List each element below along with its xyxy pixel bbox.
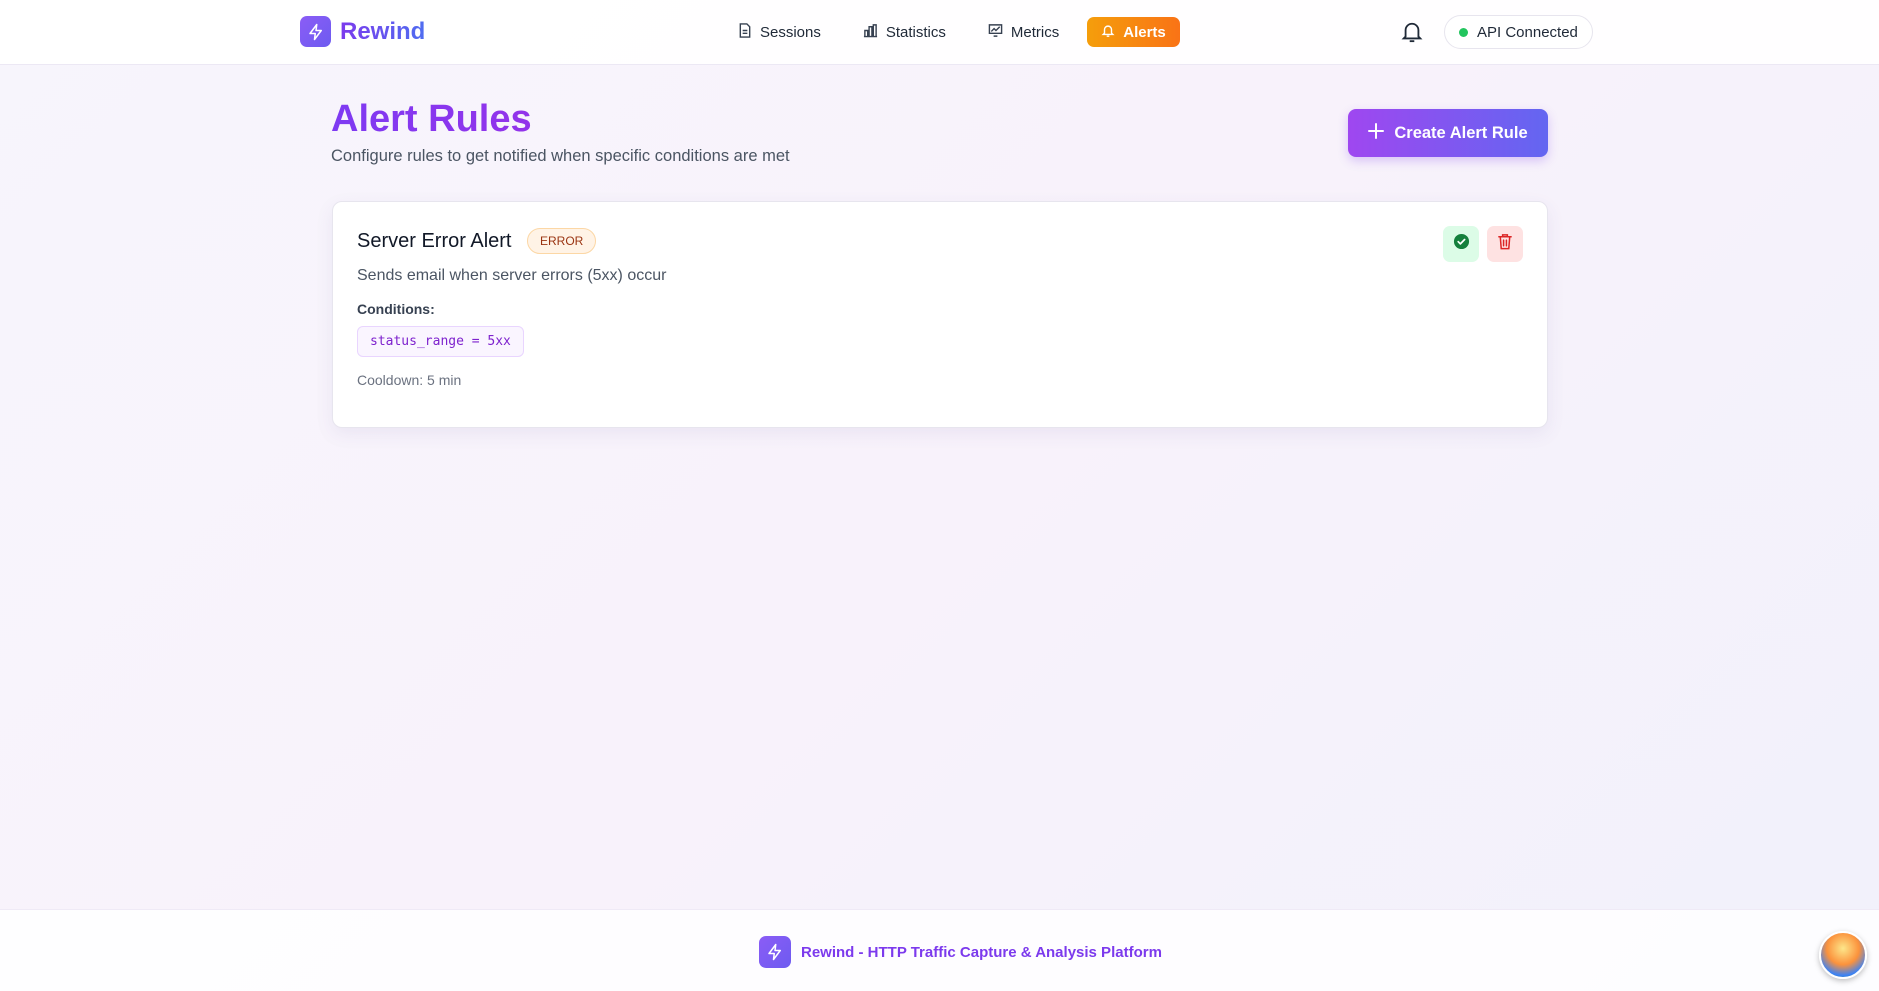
api-status-badge: API Connected bbox=[1444, 15, 1593, 49]
nav-label: Alerts bbox=[1123, 23, 1166, 41]
page-footer: Rewind - HTTP Traffic Capture & Analysis… bbox=[0, 909, 1879, 991]
bar-chart-icon bbox=[863, 23, 878, 42]
create-alert-rule-button[interactable]: Create Alert Rule bbox=[1348, 109, 1548, 157]
nav-label: Statistics bbox=[885, 23, 946, 41]
rule-name: Server Error Alert bbox=[357, 230, 512, 252]
rule-description: Sends email when server errors (5xx) occ… bbox=[357, 267, 667, 284]
page-title: Alert Rules bbox=[331, 98, 532, 140]
alert-rule-card: Server Error Alert ERROR Sends email whe… bbox=[332, 201, 1548, 428]
plus-icon bbox=[1368, 122, 1385, 144]
lightning-icon bbox=[300, 16, 331, 47]
nav-metrics[interactable]: Metrics bbox=[974, 17, 1073, 47]
api-status-text: API Connected bbox=[1477, 23, 1578, 41]
trash-icon bbox=[1497, 233, 1513, 255]
condition-chip: status_range = 5xx bbox=[357, 326, 524, 357]
document-icon bbox=[738, 22, 752, 42]
delete-rule-button[interactable] bbox=[1487, 226, 1523, 262]
top-header: Rewind Sessions Statistics Metrics Alert… bbox=[0, 0, 1879, 65]
toggle-enabled-button[interactable] bbox=[1443, 226, 1479, 262]
lightning-icon bbox=[759, 936, 791, 968]
nav-statistics[interactable]: Statistics bbox=[849, 17, 960, 47]
assistant-avatar-icon[interactable] bbox=[1819, 931, 1867, 979]
page-subtitle: Configure rules to get notified when spe… bbox=[331, 147, 790, 165]
conditions-label: Conditions: bbox=[357, 301, 435, 317]
nav-sessions[interactable]: Sessions bbox=[724, 17, 835, 47]
nav-alerts[interactable]: Alerts bbox=[1087, 17, 1180, 47]
brand[interactable]: Rewind bbox=[300, 16, 425, 47]
main-nav: Sessions Statistics Metrics Alerts bbox=[724, 17, 1180, 47]
status-dot-icon bbox=[1459, 27, 1468, 37]
bell-icon bbox=[1101, 23, 1115, 42]
cooldown-text: Cooldown: 5 min bbox=[357, 372, 462, 388]
footer-text: Rewind - HTTP Traffic Capture & Analysis… bbox=[801, 943, 1162, 961]
check-circle-icon bbox=[1453, 233, 1470, 255]
line-chart-icon bbox=[988, 23, 1003, 42]
severity-badge: ERROR bbox=[527, 228, 597, 254]
nav-label: Metrics bbox=[1010, 23, 1060, 41]
create-alert-rule-label: Create Alert Rule bbox=[1394, 123, 1528, 142]
notifications-bell-icon[interactable] bbox=[1401, 20, 1423, 44]
footer-brand: Rewind - HTTP Traffic Capture & Analysis… bbox=[759, 936, 1162, 968]
nav-label: Sessions bbox=[760, 23, 821, 41]
brand-name: Rewind bbox=[340, 17, 426, 45]
